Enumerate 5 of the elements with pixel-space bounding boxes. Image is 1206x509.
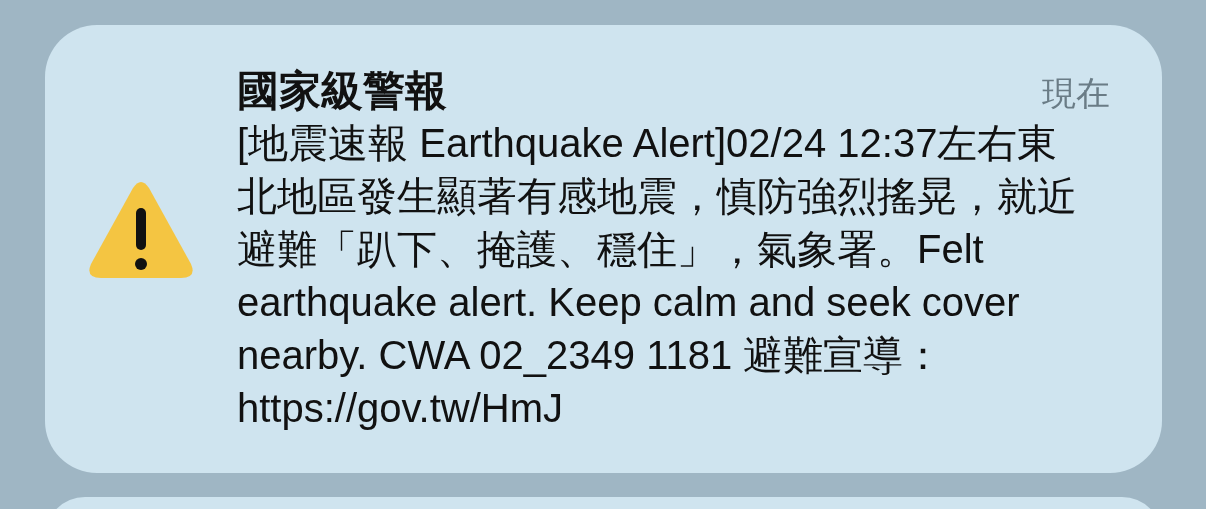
notification-card[interactable]: 國家級警報 現在 [地震速報 Earthquake Alert]02/24 12:37左右東北地區發生顯著有感地震，慎防強烈搖晃，就近避難「趴下、掩護、穩住」，氣象署。Felt earthquake alert. Keep calm and seek cover nearby. CWA 02_2349 1181 避難宣導：https://gov.tw/HmJ	[45, 25, 1162, 473]
timestamp: 現在	[1042, 73, 1110, 114]
app-name: 國家級警報	[237, 66, 447, 116]
alert-message: [地震速報 Earthquake Alert]02/24 12:37左右東北地區發生顯著有感地震，慎防強烈搖晃，就近避難「趴下、掩護、穩住」，氣象署。Felt earthquake alert. Keep calm and seek cover nearby. CWA 02_2349 1181 避難宣導：https://gov.tw/HmJ	[237, 120, 1078, 432]
warning-icon	[87, 180, 195, 280]
